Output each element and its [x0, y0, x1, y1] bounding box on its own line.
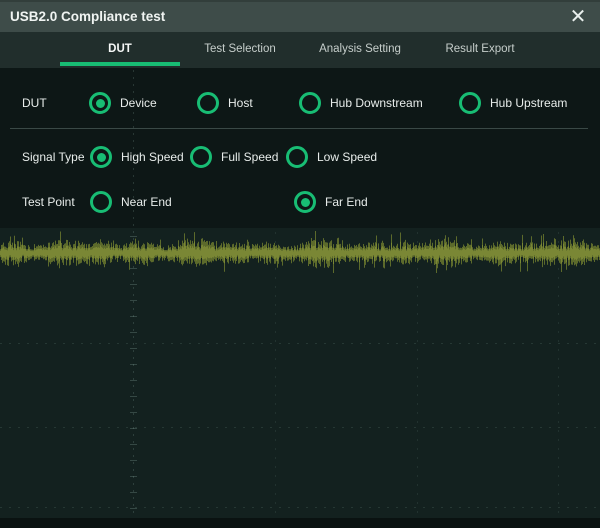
form-row-test-point: Test Point Near End Far End — [0, 188, 600, 216]
radio-low-speed[interactable] — [286, 146, 308, 168]
row-label: Signal Type — [22, 150, 85, 164]
radio-device[interactable] — [89, 92, 111, 114]
radio-label: Device — [120, 96, 157, 110]
row-label: DUT — [22, 96, 47, 110]
usb-compliance-dialog: USB2.0 Compliance test ✕ DUT Test Select… — [0, 0, 600, 528]
radio-hub-upstream[interactable] — [459, 92, 481, 114]
form-area: DUT Device Host Hub Downstream Hub Upstr… — [0, 0, 600, 228]
radio-label: Host — [228, 96, 253, 110]
radio-full-speed[interactable] — [190, 146, 212, 168]
radio-label: Hub Downstream — [330, 96, 423, 110]
divider — [10, 128, 588, 129]
form-row-signal-type: Signal Type High Speed Full Speed Low Sp… — [0, 143, 600, 171]
radio-option-full-speed[interactable]: Full Speed — [190, 146, 278, 168]
radio-label: Far End — [325, 195, 368, 209]
radio-label: High Speed — [121, 150, 184, 164]
scope-bottom-edge — [0, 518, 600, 528]
radio-option-hub-upstream[interactable]: Hub Upstream — [459, 92, 567, 114]
radio-far-end[interactable] — [294, 191, 316, 213]
form-row-dut: DUT Device Host Hub Downstream Hub Upstr… — [0, 89, 600, 117]
radio-option-device[interactable]: Device — [89, 92, 157, 114]
radio-option-host[interactable]: Host — [197, 92, 253, 114]
graticule-hline — [0, 427, 600, 428]
radio-option-far-end[interactable]: Far End — [294, 191, 368, 213]
radio-label: Low Speed — [317, 150, 377, 164]
radio-host[interactable] — [197, 92, 219, 114]
graticule-hline — [0, 507, 600, 508]
radio-label: Near End — [121, 195, 172, 209]
radio-option-high-speed[interactable]: High Speed — [90, 146, 184, 168]
radio-label: Hub Upstream — [490, 96, 567, 110]
radio-option-low-speed[interactable]: Low Speed — [286, 146, 377, 168]
radio-hub-downstream[interactable] — [299, 92, 321, 114]
radio-label: Full Speed — [221, 150, 278, 164]
radio-near-end[interactable] — [90, 191, 112, 213]
waveform-trace — [0, 225, 600, 281]
radio-option-near-end[interactable]: Near End — [90, 191, 172, 213]
row-label: Test Point — [22, 195, 75, 209]
graticule-hline — [0, 343, 600, 344]
radio-high-speed[interactable] — [90, 146, 112, 168]
radio-option-hub-downstream[interactable]: Hub Downstream — [299, 92, 423, 114]
